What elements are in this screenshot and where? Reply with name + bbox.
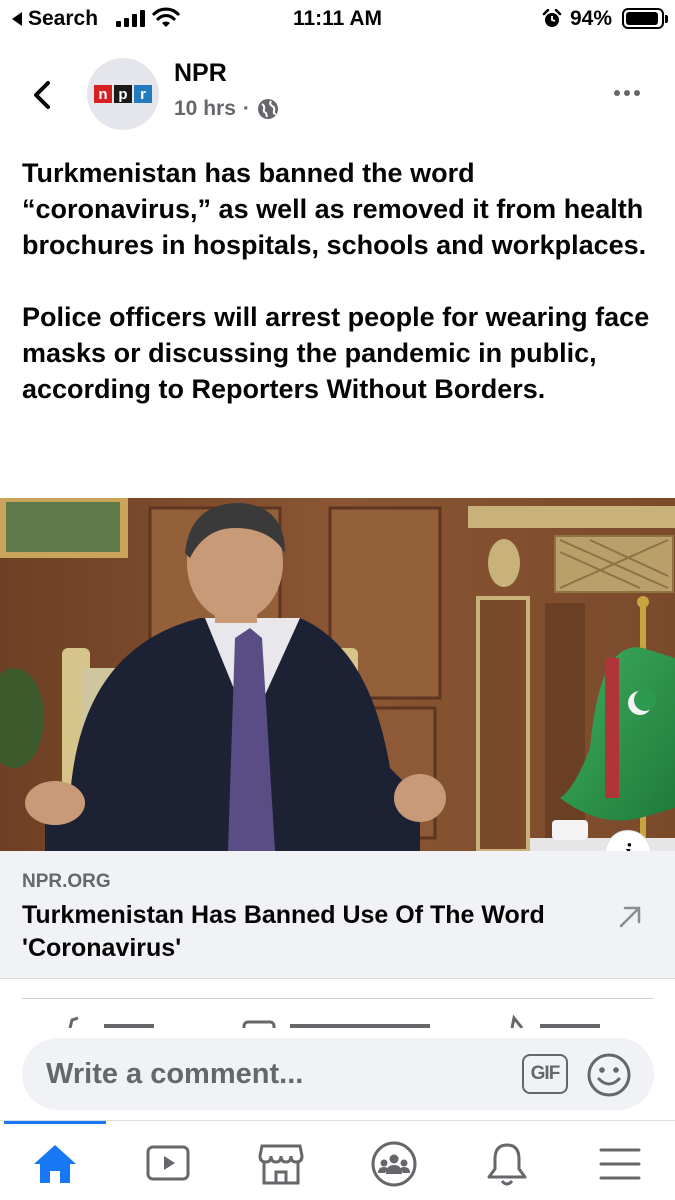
smiley-icon[interactable] xyxy=(586,1052,632,1098)
post-text: Turkmenistan has banned the word “corona… xyxy=(22,155,657,443)
groups-icon xyxy=(371,1141,417,1187)
meta-separator: · xyxy=(242,97,250,120)
post-paragraph: Turkmenistan has banned the word “corona… xyxy=(22,158,647,260)
tab-bar xyxy=(0,1120,675,1200)
battery-icon xyxy=(622,8,668,29)
home-icon xyxy=(34,1145,76,1183)
tab-menu[interactable] xyxy=(595,1139,645,1189)
tab-marketplace[interactable] xyxy=(256,1139,306,1189)
battery-percent: 94% xyxy=(570,7,613,30)
page-avatar[interactable]: n p r xyxy=(87,58,159,130)
link-title[interactable]: Turkmenistan Has Banned Use Of The Word … xyxy=(22,899,602,965)
comment-bar: Write a comment... GIF xyxy=(0,1028,675,1120)
globe-icon xyxy=(257,99,278,119)
more-options-button[interactable] xyxy=(614,90,640,96)
back-chevron-icon[interactable] xyxy=(28,77,58,113)
battery-fill xyxy=(626,12,658,25)
alarm-icon xyxy=(542,9,562,27)
post-header: n p r NPR 10 hrs · xyxy=(0,55,675,135)
photo-illustration xyxy=(0,498,675,851)
post-meta: 10 hrs · xyxy=(174,97,279,121)
gif-button[interactable]: GIF xyxy=(522,1054,568,1094)
tab-groups[interactable] xyxy=(369,1139,419,1189)
tab-notifications[interactable] xyxy=(482,1139,532,1189)
external-arrow-icon[interactable] xyxy=(616,903,644,931)
marketplace-icon xyxy=(258,1144,304,1185)
menu-icon xyxy=(599,1148,641,1180)
action-divider xyxy=(22,998,653,999)
page-name[interactable]: NPR xyxy=(174,59,227,88)
post-paragraph: Police officers will arrest people for w… xyxy=(22,302,650,404)
link-preview-image[interactable] xyxy=(0,498,675,851)
notifications-icon xyxy=(487,1143,527,1186)
watch-icon xyxy=(146,1145,190,1181)
npr-logo: n p r xyxy=(94,85,152,103)
tab-watch[interactable] xyxy=(143,1139,193,1189)
comment-placeholder: Write a comment... xyxy=(46,1058,304,1090)
active-tab-indicator xyxy=(4,1121,106,1124)
comment-input[interactable]: Write a comment... GIF xyxy=(22,1038,654,1110)
link-domain: NPR.ORG xyxy=(22,871,111,892)
post-time[interactable]: 10 hrs xyxy=(174,97,236,121)
status-bar: Search 11:11 AM 94% xyxy=(0,0,675,40)
action-row-partial xyxy=(0,1014,675,1028)
tab-home[interactable] xyxy=(30,1139,80,1189)
link-card[interactable]: NPR.ORG Turkmenistan Has Banned Use Of T… xyxy=(0,851,675,979)
